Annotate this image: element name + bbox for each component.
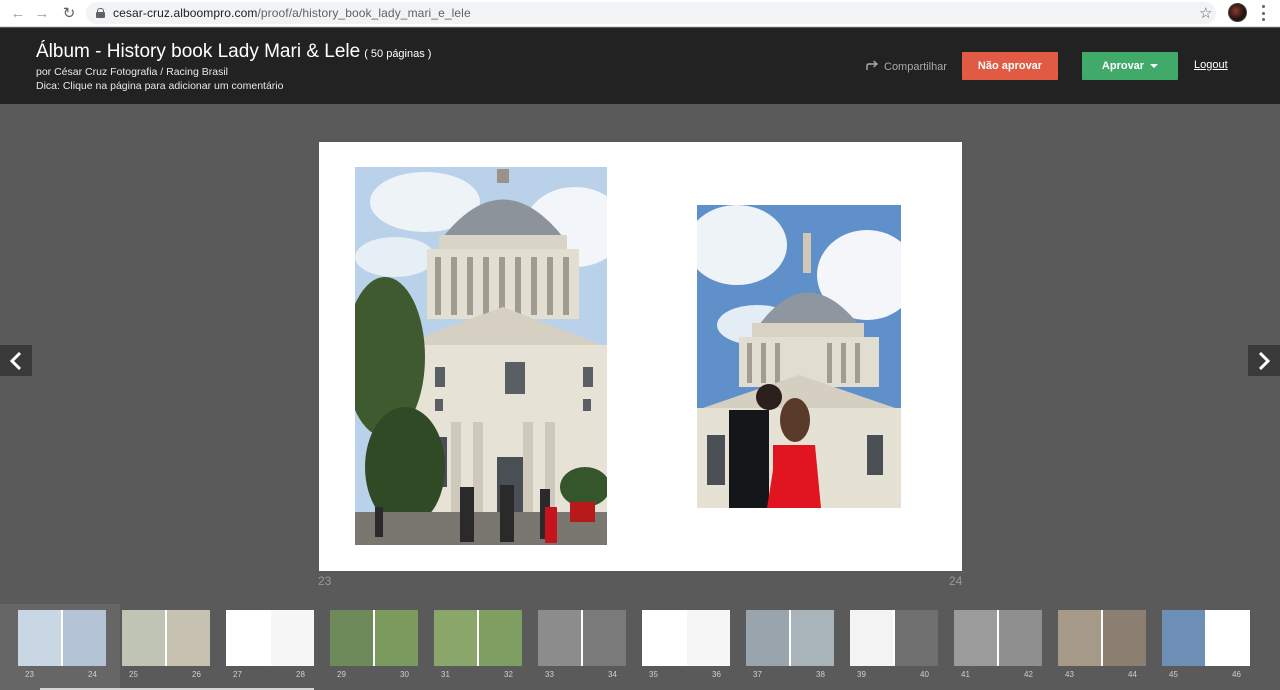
album-title-text: Álbum - History book Lady Mari & Lele	[36, 41, 361, 62]
thumbnail-left-page	[954, 610, 997, 666]
reload-icon[interactable]: ↻	[60, 4, 78, 22]
thumbnail-page-number: 36	[712, 670, 721, 679]
album-thumbnail[interactable]	[330, 610, 418, 666]
approve-button[interactable]: Aprovar	[1082, 52, 1178, 80]
thumbnail-page-number: 29	[337, 670, 346, 679]
album-thumbnail[interactable]	[122, 610, 210, 666]
bookmark-star-icon[interactable]: ☆	[1199, 4, 1212, 22]
thumbnail-page-number: 38	[816, 670, 825, 679]
album-thumbnail[interactable]	[226, 610, 314, 666]
thumbnail-page-number: 24	[88, 670, 97, 679]
thumbnail-page-number: 26	[192, 670, 201, 679]
browser-toolbar: ← → ↻ cesar-cruz.alboompro.com/proof/a/h…	[0, 0, 1280, 27]
thumbnail-right-page	[271, 610, 314, 666]
album-spread[interactable]	[319, 142, 962, 571]
back-arrow-icon[interactable]: ←	[9, 4, 27, 22]
thumbnail-right-page	[63, 610, 106, 666]
album-thumbnail[interactable]	[850, 610, 938, 666]
album-thumbnail[interactable]	[1162, 610, 1250, 666]
thumbnail-page-number: 31	[441, 670, 450, 679]
address-bar[interactable]: cesar-cruz.alboompro.com/proof/a/history…	[86, 2, 1216, 24]
thumbnail-page-number: 30	[400, 670, 409, 679]
thumbnail-right-page	[687, 610, 730, 666]
thumbnail-right-page	[583, 610, 626, 666]
album-title: Álbum - History book Lady Mari & Lele( 5…	[36, 41, 431, 63]
album-thumbnail[interactable]	[434, 610, 522, 666]
thumbnail-left-page	[642, 610, 685, 666]
album-header: Álbum - History book Lady Mari & Lele( 5…	[0, 28, 1280, 104]
thumbnail-left-page	[746, 610, 789, 666]
thumbnail-page-number: 46	[1232, 670, 1241, 679]
thumbnail-page-number: 33	[545, 670, 554, 679]
album-thumbnail[interactable]	[538, 610, 626, 666]
thumbnail-left-page	[122, 610, 165, 666]
browser-menu-icon[interactable]	[1262, 5, 1266, 21]
thumbnail-strip: 23 24 25 26 27 28 29 30 31 32 33 34 35 36 37 38 39 40 41 42…	[0, 604, 1280, 690]
thumbnail-page-number: 39	[857, 670, 866, 679]
thumbnail-left-page	[538, 610, 581, 666]
thumbnail-page-number: 42	[1024, 670, 1033, 679]
thumbnail-page-number: 41	[961, 670, 970, 679]
logout-link[interactable]: Logout	[1194, 59, 1228, 71]
chevron-right-icon	[1258, 351, 1271, 370]
thumbnail-page-number: 23	[25, 670, 34, 679]
url-path: /proof/a/history_book_lady_mari_e_lele	[257, 6, 471, 20]
album-thumbnail[interactable]	[18, 610, 106, 666]
thumbnail-page-number: 40	[920, 670, 929, 679]
lock-icon	[96, 8, 105, 18]
couple-photo-right[interactable]	[697, 205, 901, 508]
thumbnail-left-page	[226, 610, 269, 666]
share-label: Compartilhar	[884, 60, 947, 73]
thumbnail-right-page	[479, 610, 522, 666]
thumbnail-page-number: 32	[504, 670, 513, 679]
next-page-button[interactable]	[1248, 345, 1280, 376]
forward-arrow-icon[interactable]: →	[33, 4, 51, 22]
chevron-left-icon	[9, 351, 22, 370]
approve-label: Aprovar	[1101, 60, 1145, 72]
share-button[interactable]: Compartilhar	[866, 59, 947, 74]
right-page-number: 24	[949, 574, 963, 588]
thumbnail-page-number: 37	[753, 670, 762, 679]
pages-count: ( 50 páginas )	[364, 48, 432, 60]
thumbnail-left-page	[850, 610, 893, 666]
thumbnail-right-page	[1207, 610, 1250, 666]
thumbnail-page-number: 45	[1169, 670, 1178, 679]
left-page-number: 23	[318, 574, 332, 588]
album-thumbnail[interactable]	[1058, 610, 1146, 666]
thumbnail-right-page	[791, 610, 834, 666]
profile-avatar[interactable]	[1228, 3, 1247, 22]
chevron-down-icon	[1150, 64, 1159, 68]
thumbnail-left-page	[1058, 610, 1101, 666]
thumbnail-right-page	[375, 610, 418, 666]
thumbnail-page-number: 28	[296, 670, 305, 679]
thumbnail-right-page	[895, 610, 938, 666]
url-text: cesar-cruz.alboompro.com/proof/a/history…	[113, 6, 471, 20]
thumbnail-right-page	[1103, 610, 1146, 666]
thumbnail-left-page	[330, 610, 373, 666]
thumbnail-page-number: 27	[233, 670, 242, 679]
previous-page-button[interactable]	[0, 345, 32, 376]
thumbnail-right-page	[999, 610, 1042, 666]
cathedral-photo-left[interactable]	[355, 167, 607, 545]
comment-tip: Dica: Clique na página para adicionar um…	[36, 80, 284, 92]
thumbnail-page-number: 25	[129, 670, 138, 679]
reject-button[interactable]: Não aprovar	[962, 52, 1058, 80]
album-thumbnail[interactable]	[954, 610, 1042, 666]
url-host: cesar-cruz.alboompro.com	[113, 6, 258, 20]
thumbnail-page-number: 44	[1128, 670, 1137, 679]
thumbnail-page-number: 34	[608, 670, 617, 679]
album-thumbnail[interactable]	[642, 610, 730, 666]
thumbnail-left-page	[1162, 610, 1205, 666]
album-byline: por César Cruz Fotografia / Racing Brasi…	[36, 66, 228, 78]
thumbnail-left-page	[434, 610, 477, 666]
thumbnail-page-number: 43	[1065, 670, 1074, 679]
thumbnail-left-page	[18, 610, 61, 666]
album-thumbnail[interactable]	[746, 610, 834, 666]
reject-label: Não aprovar	[977, 60, 1043, 72]
thumbnail-page-number: 35	[649, 670, 658, 679]
share-arrow-icon	[866, 59, 879, 74]
thumbnail-right-page	[167, 610, 210, 666]
